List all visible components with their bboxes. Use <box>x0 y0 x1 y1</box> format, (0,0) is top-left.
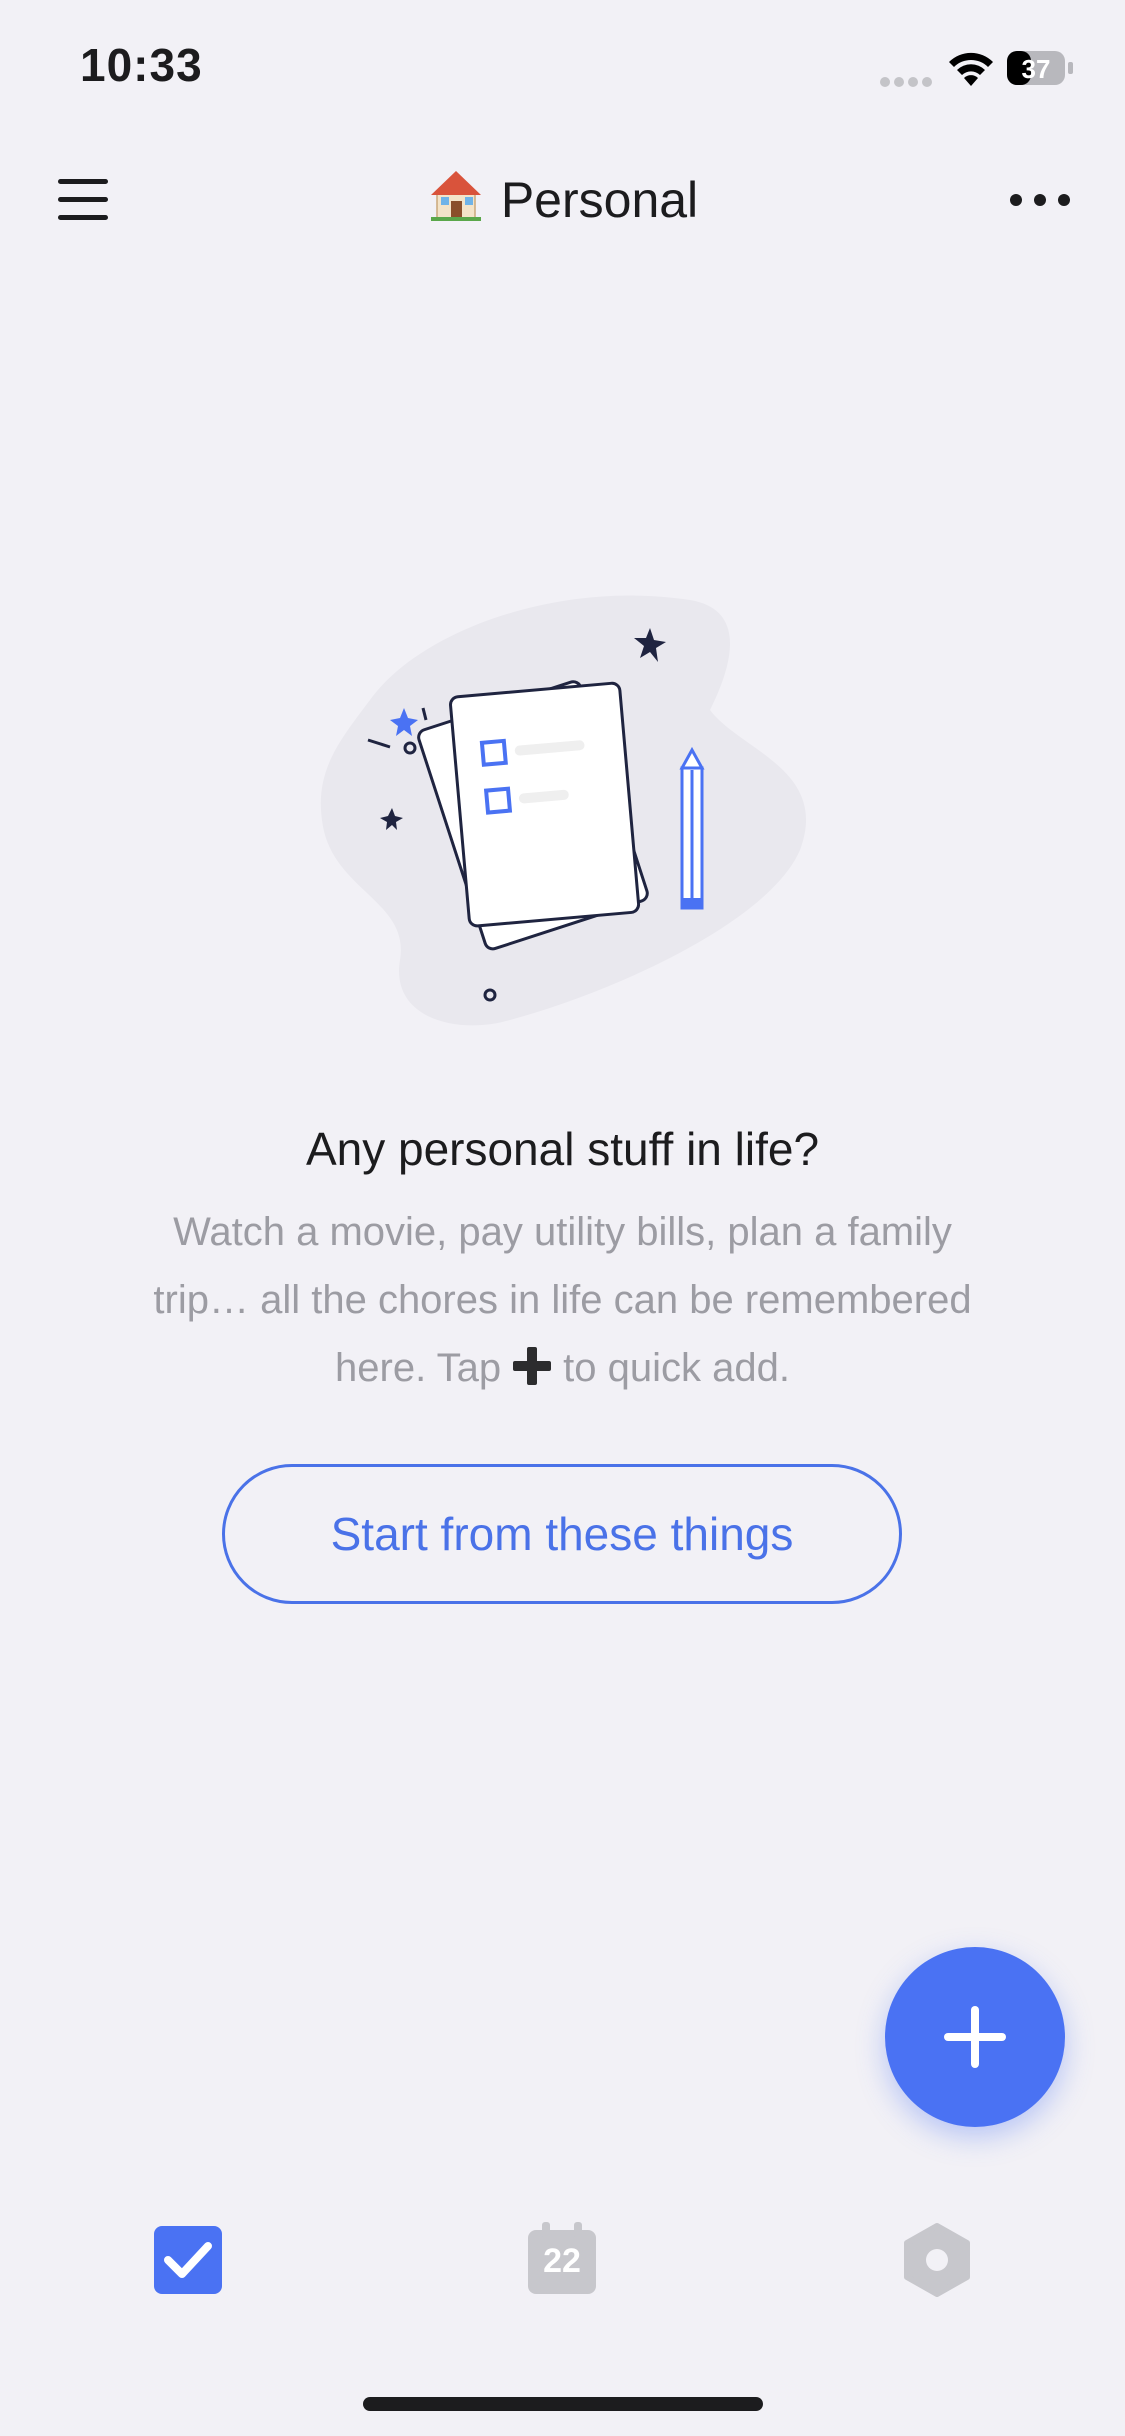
empty-list-illustration <box>320 595 807 1026</box>
start-from-these-things-button[interactable]: Start from these things <box>222 1464 902 1604</box>
cellular-signal-icon <box>880 77 932 87</box>
empty-state-description: Watch a movie, pay utility bills, plan a… <box>140 1198 985 1402</box>
tab-bar: 22 <box>0 2200 1125 2330</box>
wifi-icon <box>949 52 993 86</box>
home-indicator <box>363 2397 763 2411</box>
plus-icon <box>944 2006 1006 2068</box>
page-title-label: Personal <box>500 172 699 228</box>
add-task-button[interactable] <box>885 1947 1065 2127</box>
status-bar: 10:33 37 <box>0 0 1125 140</box>
empty-state-title: Any personal stuff in life? <box>305 1123 820 1175</box>
battery-level: 37 <box>1022 54 1051 84</box>
more-options-icon[interactable] <box>1000 170 1080 230</box>
plus-icon <box>513 1347 552 1385</box>
house-emoji-icon <box>430 171 481 221</box>
status-time: 10:33 <box>80 39 203 91</box>
calendar-day-number: 22 <box>543 2242 581 2280</box>
battery-icon: 37 <box>1007 51 1073 85</box>
hexagon-icon <box>904 2223 970 2297</box>
tab-settings[interactable] <box>877 2200 997 2320</box>
tab-calendar[interactable]: 22 <box>502 2200 622 2320</box>
checkbox-icon <box>154 2226 222 2294</box>
empty-state-description-end: to quick add. <box>563 1346 790 1390</box>
header: Personal <box>0 140 1125 260</box>
tab-tasks[interactable] <box>128 2200 248 2320</box>
page-title[interactable]: Personal <box>0 165 1125 229</box>
